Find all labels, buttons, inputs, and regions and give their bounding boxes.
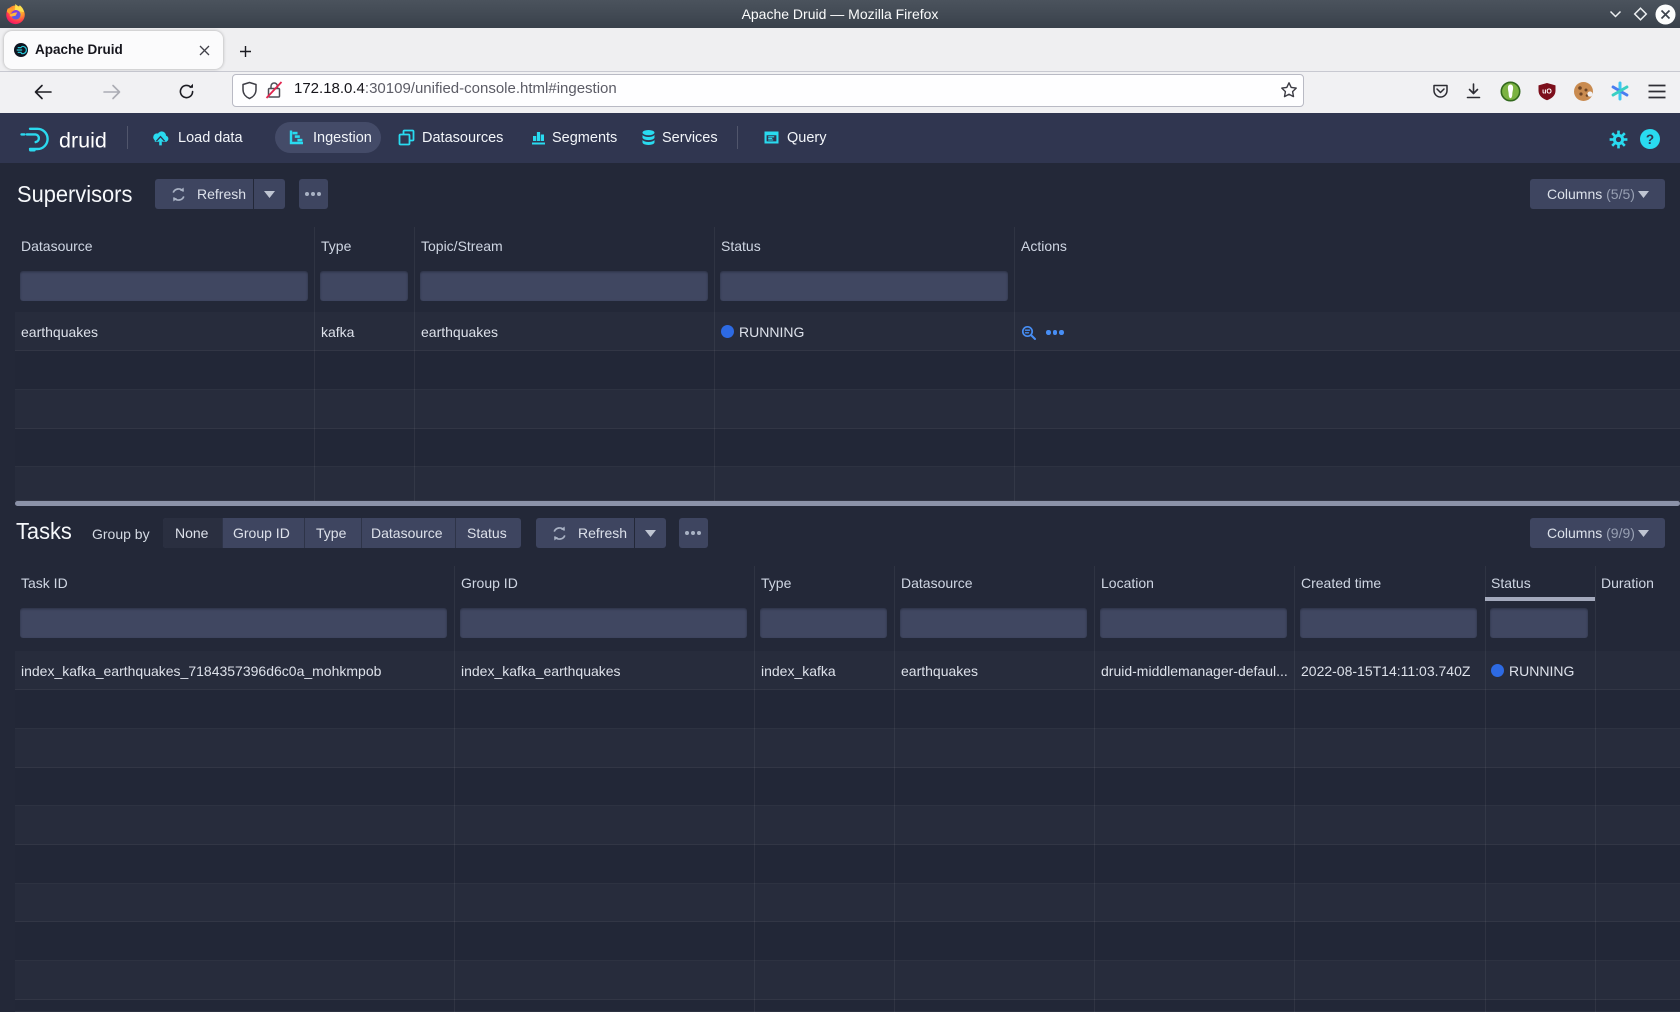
svg-text:uO: uO xyxy=(1542,89,1552,96)
svg-text:?: ? xyxy=(1646,132,1654,147)
svg-text:druid: druid xyxy=(59,129,107,153)
